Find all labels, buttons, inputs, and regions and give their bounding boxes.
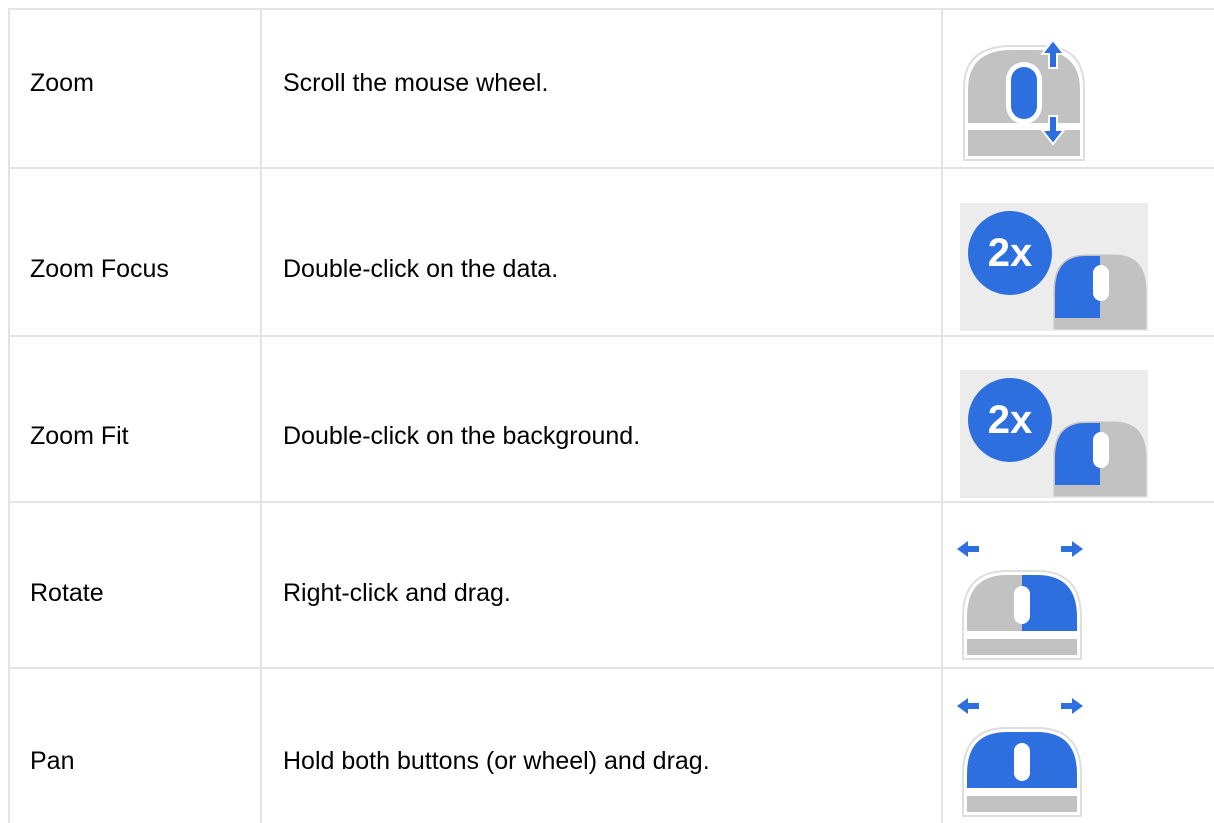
badge-2x-text: 2x: [987, 231, 1033, 275]
action-description: Double-click on the background.: [283, 422, 641, 450]
action-description: Double-click on the data.: [283, 255, 559, 283]
action-label: Zoom Focus: [30, 255, 169, 283]
double-click-2x-icon: 2x: [960, 370, 1148, 498]
action-label: Pan: [30, 747, 75, 775]
double-click-2x-icon: 2x: [960, 203, 1148, 331]
mouse-right-drag-icon: [955, 539, 1090, 661]
action-label: Zoom Fit: [30, 422, 129, 450]
table-row: Zoom Focus Double-click on the data. 2x: [0, 167, 1214, 335]
table-row: Pan Hold both buttons (or wheel) and dra…: [0, 667, 1214, 823]
table-row: Zoom Scroll the mouse wheel.: [0, 8, 1214, 167]
mouse-scroll-wheel-icon: [960, 18, 1090, 163]
action-label: Zoom: [30, 69, 94, 97]
mouse-both-drag-icon: [955, 696, 1090, 818]
table-row: Zoom Fit Double-click on the background.…: [0, 335, 1214, 501]
action-label: Rotate: [30, 579, 104, 607]
action-description: Hold both buttons (or wheel) and drag.: [283, 747, 710, 775]
badge-2x-text: 2x: [987, 398, 1033, 442]
action-description: Scroll the mouse wheel.: [283, 69, 549, 97]
action-description: Right-click and drag.: [283, 579, 511, 607]
table-row: Rotate Right-click and drag.: [0, 501, 1214, 667]
